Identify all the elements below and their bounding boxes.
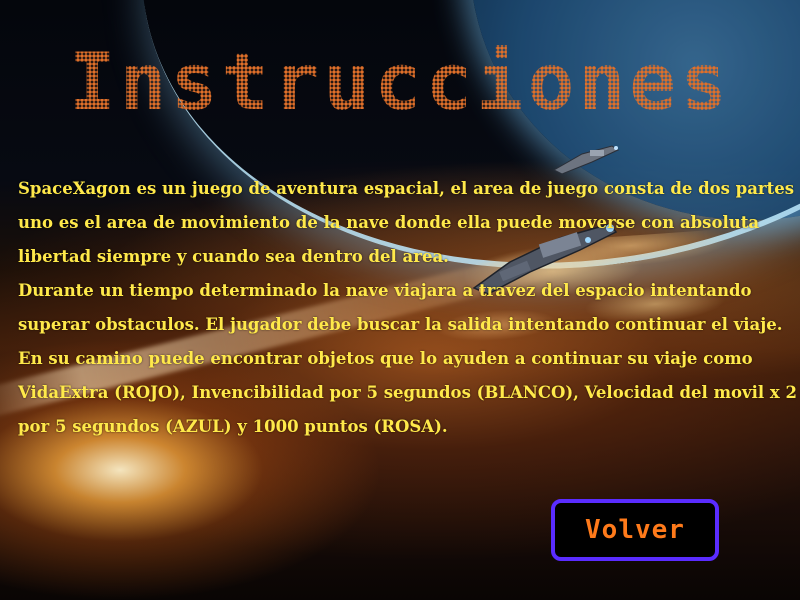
back-button[interactable]: Volver xyxy=(551,499,719,561)
page-title: Instrucciones xyxy=(0,38,800,128)
back-button-label: Volver xyxy=(585,515,685,545)
instructions-paragraph: SpaceXagon es un juego de aventura espac… xyxy=(18,179,794,266)
instructions-paragraph: Durante un tiempo determinado la nave vi… xyxy=(18,281,797,436)
instructions-text: SpaceXagon es un juego de aventura espac… xyxy=(18,172,800,444)
instructions-screen: Instrucciones SpaceXagon es un juego de … xyxy=(0,0,800,600)
